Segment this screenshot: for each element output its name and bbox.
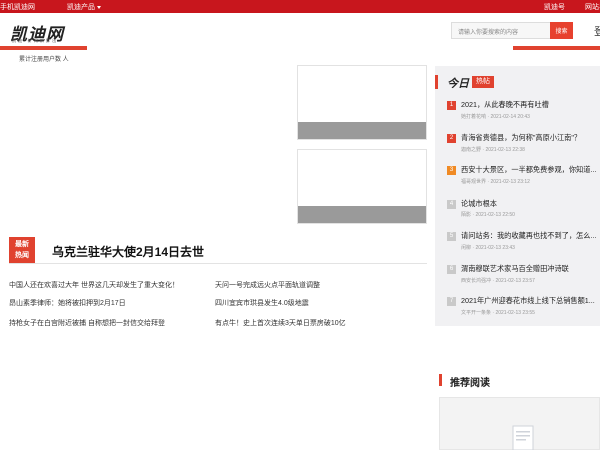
search-input[interactable]: 请输入你要搜索的内容 <box>451 22 551 39</box>
rank-badge: 4 <box>447 200 456 209</box>
site-nav-link[interactable]: 网站导 <box>585 2 600 12</box>
thumbnail-caption-bar <box>298 206 426 223</box>
news-link[interactable]: 持枪女子在白宫附近被捕 自称想把一封信交给拜登 <box>9 318 165 328</box>
logo-tagline: 凯 迪 · 新 闻 新 鲜 出 <box>12 38 57 43</box>
section-accent-bar <box>435 75 438 89</box>
products-menu[interactable]: 凯迪产品 <box>67 2 101 12</box>
rank-badge: 2 <box>447 134 456 143</box>
hot-post-title[interactable]: 渭南穆联艺术家马百全赠田冲诗联 <box>461 264 600 274</box>
hot-post-meta: 迦南之野 · 2021-02-13 22:38 <box>461 147 525 153</box>
left-banner-strip <box>0 46 87 50</box>
rank-badge: 5 <box>447 232 456 241</box>
hot-headline[interactable]: 乌克兰驻华大使2月14日去世 <box>52 243 204 260</box>
hot-post-title[interactable]: 2021，从此春晚不再有吐槽 <box>461 100 600 110</box>
rank-badge: 6 <box>447 265 456 274</box>
hot-post-title[interactable]: 青海省贵德县，为何称"高原小江南"？ <box>461 133 600 143</box>
products-menu-label: 凯迪产品 <box>67 4 95 11</box>
badge-line: 最新 <box>15 241 29 248</box>
divider <box>9 263 427 264</box>
image-thumbnail[interactable] <box>297 65 427 140</box>
registered-users-count: 累计注册用户数 人 <box>19 57 69 63</box>
rank-badge: 7 <box>447 297 456 306</box>
news-link[interactable]: 昂山素季律师：她将被扣押到2月17日 <box>9 298 126 308</box>
hot-news-badge: 最新 热闻 <box>9 237 35 263</box>
hot-post-meta: 她打着花响 · 2021-02-14 20:43 <box>461 114 530 120</box>
hot-post-title[interactable]: 2021年广州迎春花市线上线下总销售额1... <box>461 296 600 306</box>
search-button[interactable]: 搜索 <box>550 22 573 39</box>
hot-post-meta: 闲柳 · 2021-02-13 23:43 <box>461 245 515 251</box>
news-link[interactable]: 天问一号完成远火点平面轨道调整 <box>215 280 320 290</box>
document-icon <box>512 425 534 450</box>
hot-post-title[interactable]: 请问站务：我的收藏再也找不到了，怎么... <box>461 231 600 241</box>
news-link[interactable]: 有点牛！史上首次连续3天单日票房破10亿 <box>215 318 346 328</box>
badge-line: 热闻 <box>15 252 29 259</box>
recommended-title: 推荐阅读 <box>450 378 490 389</box>
hot-post-title[interactable]: 西安十大景区，一半都免费参观，你知道... <box>461 165 600 175</box>
panel-tag: 热帖 <box>472 76 494 88</box>
rank-badge: 3 <box>447 166 456 175</box>
panel-title: 今日 <box>447 77 469 90</box>
news-link[interactable]: 四川宜宾市珙县发生4.0级地震 <box>215 298 309 308</box>
hot-post-title[interactable]: 论城市根本 <box>461 199 600 209</box>
account-link[interactable]: 凯迪号 <box>544 2 565 12</box>
hot-post-meta: 西安长鸿强冲 · 2021-02-13 23:57 <box>461 278 535 284</box>
news-link[interactable]: 中国人还在欢喜过大年 世界这几天却发生了重大变化！ <box>9 280 179 290</box>
image-thumbnail[interactable] <box>297 149 427 224</box>
login-link[interactable]: 登 <box>594 23 600 39</box>
thumbnail-caption-bar <box>298 122 426 139</box>
hot-post-meta: 福哥观世界 · 2021-02-13 23:12 <box>461 179 530 185</box>
section-accent-bar <box>439 374 442 386</box>
chevron-down-icon <box>97 5 101 9</box>
hot-post-meta: 文平开一条条 · 2021-02-13 23:55 <box>461 310 535 316</box>
hot-post-meta: 陌影 · 2021-02-13 22:50 <box>461 212 515 218</box>
rank-badge: 1 <box>447 101 456 110</box>
right-banner-strip <box>513 46 600 50</box>
mobile-site-link[interactable]: 手机凯迪网 <box>0 2 35 12</box>
top-bar: 手机凯迪网 凯迪产品 凯迪号 网站导 <box>0 0 600 13</box>
